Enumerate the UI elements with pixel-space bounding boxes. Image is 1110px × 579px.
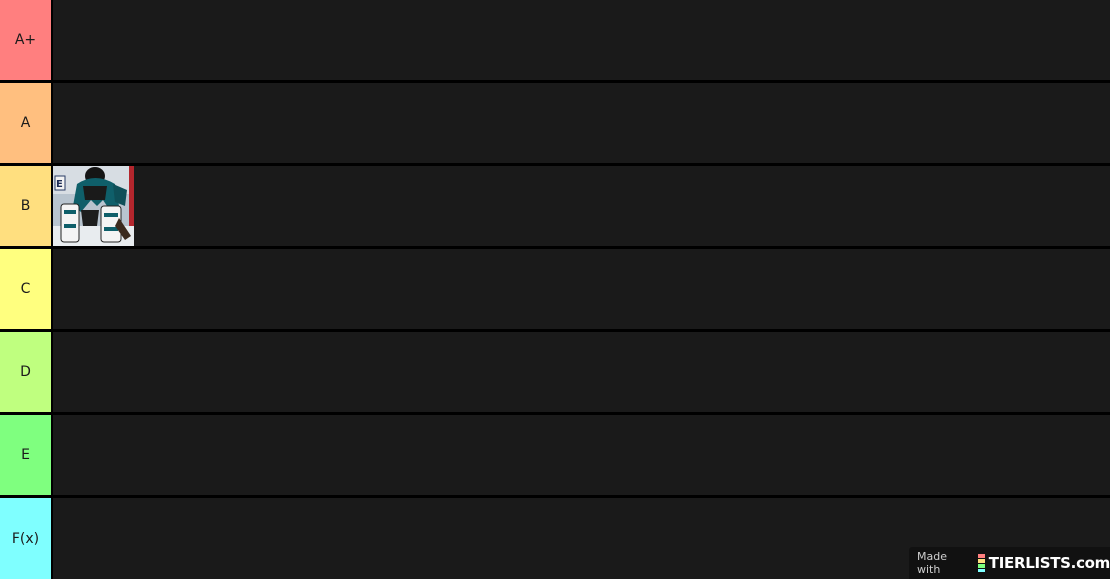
tier-label-text: A+ xyxy=(14,32,37,48)
tier-row-c: C xyxy=(0,249,1110,329)
tier-bars-icon xyxy=(977,554,985,572)
made-with-text: Made with xyxy=(917,550,947,576)
tier-label-text: E xyxy=(21,447,30,463)
tier-item-goalie-image[interactable]: E xyxy=(53,166,134,246)
tier-label-text: D xyxy=(20,364,31,380)
tier-drop-zone[interactable] xyxy=(53,332,1110,412)
tier-drop-zone[interactable] xyxy=(53,249,1110,329)
tierlists-brand: TIERLISTS.com xyxy=(988,554,1110,572)
hockey-goalie-photo: E xyxy=(53,166,134,246)
tier-label[interactable]: F(x) xyxy=(0,498,51,579)
tier-label-text: B xyxy=(20,198,31,214)
tier-row-e: E xyxy=(0,415,1110,495)
tier-row-d: D xyxy=(0,332,1110,412)
tier-drop-zone[interactable]: E xyxy=(53,166,1110,246)
tier-label-text: F(x) xyxy=(11,530,40,547)
tierlists-logo: TIERLISTS.com xyxy=(977,553,1110,573)
tier-drop-zone[interactable] xyxy=(53,83,1110,163)
tier-label[interactable]: A xyxy=(0,83,51,163)
tier-row-a-plus: A+ xyxy=(0,0,1110,80)
tier-row-a: A xyxy=(0,83,1110,163)
svg-text:E: E xyxy=(56,179,63,190)
tier-label-text: A xyxy=(20,115,31,131)
tierlists-watermark[interactable]: Made with TIERLISTS.com xyxy=(909,547,1110,579)
tier-drop-zone[interactable] xyxy=(53,0,1110,80)
tier-label[interactable]: B xyxy=(0,166,51,246)
tier-label[interactable]: E xyxy=(0,415,51,495)
tier-drop-zone[interactable] xyxy=(53,415,1110,495)
tier-label[interactable]: A+ xyxy=(0,0,51,80)
tier-label-text: C xyxy=(20,281,31,297)
tier-row-b: B E xyxy=(0,166,1110,246)
tier-label[interactable]: C xyxy=(0,249,51,329)
tier-label[interactable]: D xyxy=(0,332,51,412)
